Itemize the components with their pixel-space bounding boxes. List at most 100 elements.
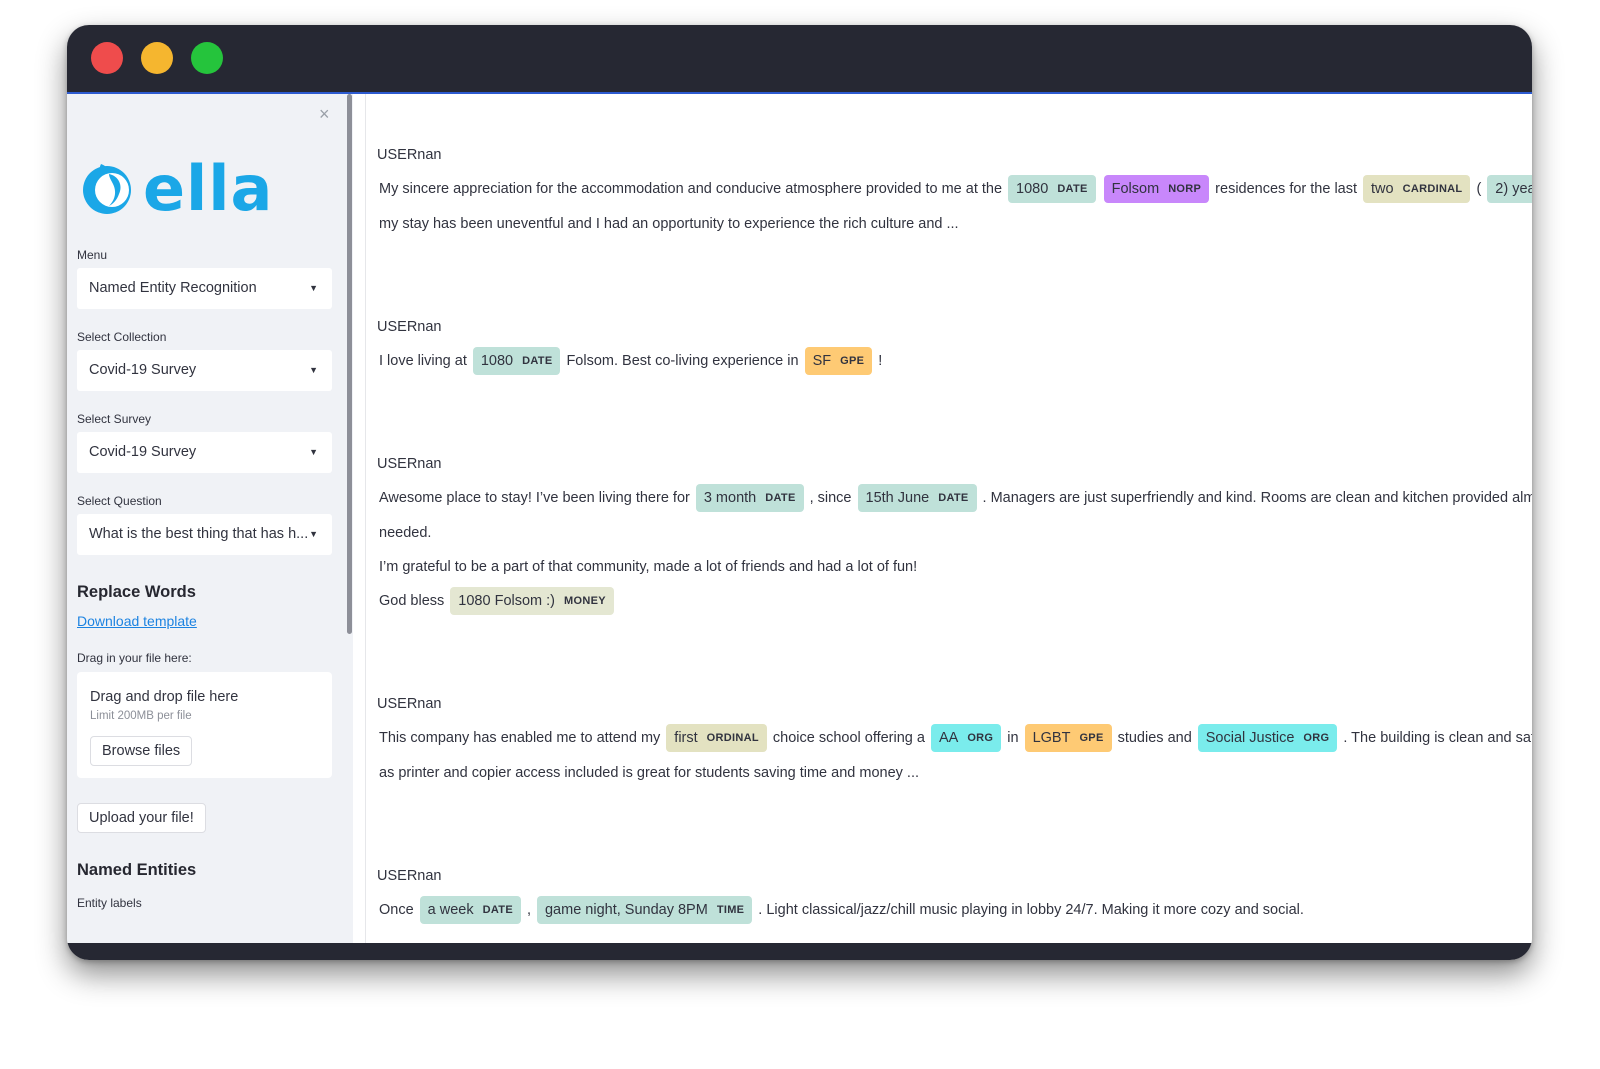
response-block: USERnan Once a week DATE, game night, Sunday… [377,859,1532,928]
entity-label-tag: CARDINAL [1402,183,1463,196]
response-text: my stay has been uneventful and I had an… [379,215,959,232]
divider [365,94,366,943]
entity-text: a week [427,902,474,919]
entity-highlight: 1080 DATE [1008,175,1096,204]
response-text: needed. [379,524,432,541]
entity-text: 1080 [480,353,514,370]
file-dropzone[interactable]: Drag and drop file here Limit 200MB per … [77,672,332,778]
entity-label-tag: GPE [1079,732,1104,745]
entity-text: first [674,730,698,747]
bottom-bar [67,943,1532,960]
question-label: Select Question [77,494,162,508]
response-block: USERnan Awesome place to stay! I’ve been … [377,447,1532,618]
response-text: Folsom. Best co-living experience in [566,353,799,370]
sidebar: × ella Menu Named Entity Recognition ▼ S… [67,94,353,943]
collection-select[interactable]: Covid-19 Survey ▼ [77,350,332,391]
response-text: choice school offering a [772,730,925,747]
entity-label-tag: ORDINAL [706,732,759,745]
entity-label-tag: TIME [716,904,745,917]
app-window: × ella Menu Named Entity Recognition ▼ S… [67,25,1532,960]
minimize-window-button[interactable] [141,42,173,74]
response-line: My sincere appreciation for the accommod… [377,172,1532,206]
response-text: Awesome place to stay! I’ve been living … [379,490,690,507]
entity-highlight: a week DATE [419,896,521,925]
response-line: my stay has been uneventful and I had an… [377,207,1532,241]
response-text: , since [809,490,852,507]
menu-select-value: Named Entity Recognition [89,280,257,296]
entity-label-tag: DATE [765,492,796,505]
response-user: USERnan [377,456,442,473]
entity-text: 1080 [1016,181,1049,198]
entity-label-tag: DATE [522,355,553,368]
entity-highlight: game night, Sunday 8PM TIME [536,896,753,925]
entity-text: 3 month [703,490,757,507]
entity-text: 1080 Folsom :) [458,593,556,610]
dropzone-limit: Limit 200MB per file [90,710,192,722]
response-text: Once [379,902,414,919]
close-window-button[interactable] [91,42,123,74]
entity-label-tag: DATE [938,492,969,505]
dropzone-title: Drag and drop file here [90,689,239,705]
logo-text: ella [143,152,274,225]
entity-highlight: Folsom NORP [1103,175,1210,204]
survey-label: Select Survey [77,412,152,426]
response-block: USERnan This company has enabled me to at… [377,687,1532,790]
entity-highlight: 3 month DATE [695,484,804,513]
entity-highlight: two CARDINAL [1363,175,1471,204]
response-line: I love living at 1080 DATE Folsom. Best co-… [377,344,1532,378]
response-line: as printer and copier access included is… [377,756,1532,790]
response-line: Awesome place to stay! I’ve been living … [377,481,1532,515]
menu-label: Menu [77,248,108,262]
maximize-window-button[interactable] [191,42,223,74]
ella-logo: ella [79,152,279,225]
response-text: ( [1476,181,1482,198]
response-text: My sincere appreciation for the accommod… [379,181,1003,198]
response-user: USERnan [377,319,442,336]
response-user: USERnan [377,147,442,164]
response-text: I love living at [379,353,467,370]
response-user: USERnan [377,868,442,885]
response-line: needed. [377,516,1532,550]
entity-text: AA [938,730,959,747]
entity-highlight: first ORDINAL [666,724,767,753]
question-select[interactable]: What is the best thing that has h... ▼ [77,514,332,555]
response-line: God bless 1080 Folsom :) MONEY [377,584,1532,618]
chevron-down-icon: ▼ [309,283,318,293]
browse-files-button[interactable]: Browse files [90,736,193,766]
entity-highlight: 2) yearsDATE [1487,175,1532,204]
response-text: as printer and copier access included is… [379,764,920,781]
download-template-link[interactable]: Download template [77,613,197,629]
entity-highlight: 15th June DATE [857,484,977,513]
chevron-down-icon: ▼ [309,447,318,457]
entity-text: two [1371,181,1394,198]
entity-highlight: Social Justice ORG [1197,724,1338,753]
response-line: I’m grateful to be a part of that commun… [377,550,1532,584]
entity-label-tag: ORG [967,732,994,745]
face-logo-icon [83,164,131,214]
entity-text: Social Justice [1205,730,1295,747]
survey-select[interactable]: Covid-19 Survey ▼ [77,432,332,473]
response-block: USERnan My sincere appreciation for the a… [377,138,1532,241]
upload-file-button[interactable]: Upload your file! [77,803,206,833]
menu-select[interactable]: Named Entity Recognition ▼ [77,268,332,309]
entity-label-tag: GPE [840,355,865,368]
close-icon[interactable]: × [319,104,330,125]
response-text: . The building is clean and safe. Amenit… [1343,730,1532,747]
entity-text: LGBT [1032,730,1071,747]
survey-select-value: Covid-19 Survey [89,444,197,460]
entity-highlight: SF GPE [804,347,873,376]
response-user: USERnan [377,696,442,713]
replace-words-heading: Replace Words [77,583,196,601]
response-block: USERnan I love living at 1080 DATE Folsom. B… [377,310,1532,379]
entity-text: SF [812,353,832,370]
entity-highlight: LGBT GPE [1024,724,1112,753]
named-entities-heading: Named Entities [77,861,197,879]
entity-label-tag: NORP [1168,183,1202,196]
collection-label: Select Collection [77,330,167,344]
sidebar-scrollbar[interactable] [347,94,352,634]
entity-label-tag: DATE [1057,183,1088,196]
response-text: I’m grateful to be a part of that commun… [379,559,918,576]
entity-labels-label: Entity labels [77,896,142,910]
drag-label: Drag in your file here: [77,651,192,665]
response-text: residences for the last [1215,181,1358,198]
